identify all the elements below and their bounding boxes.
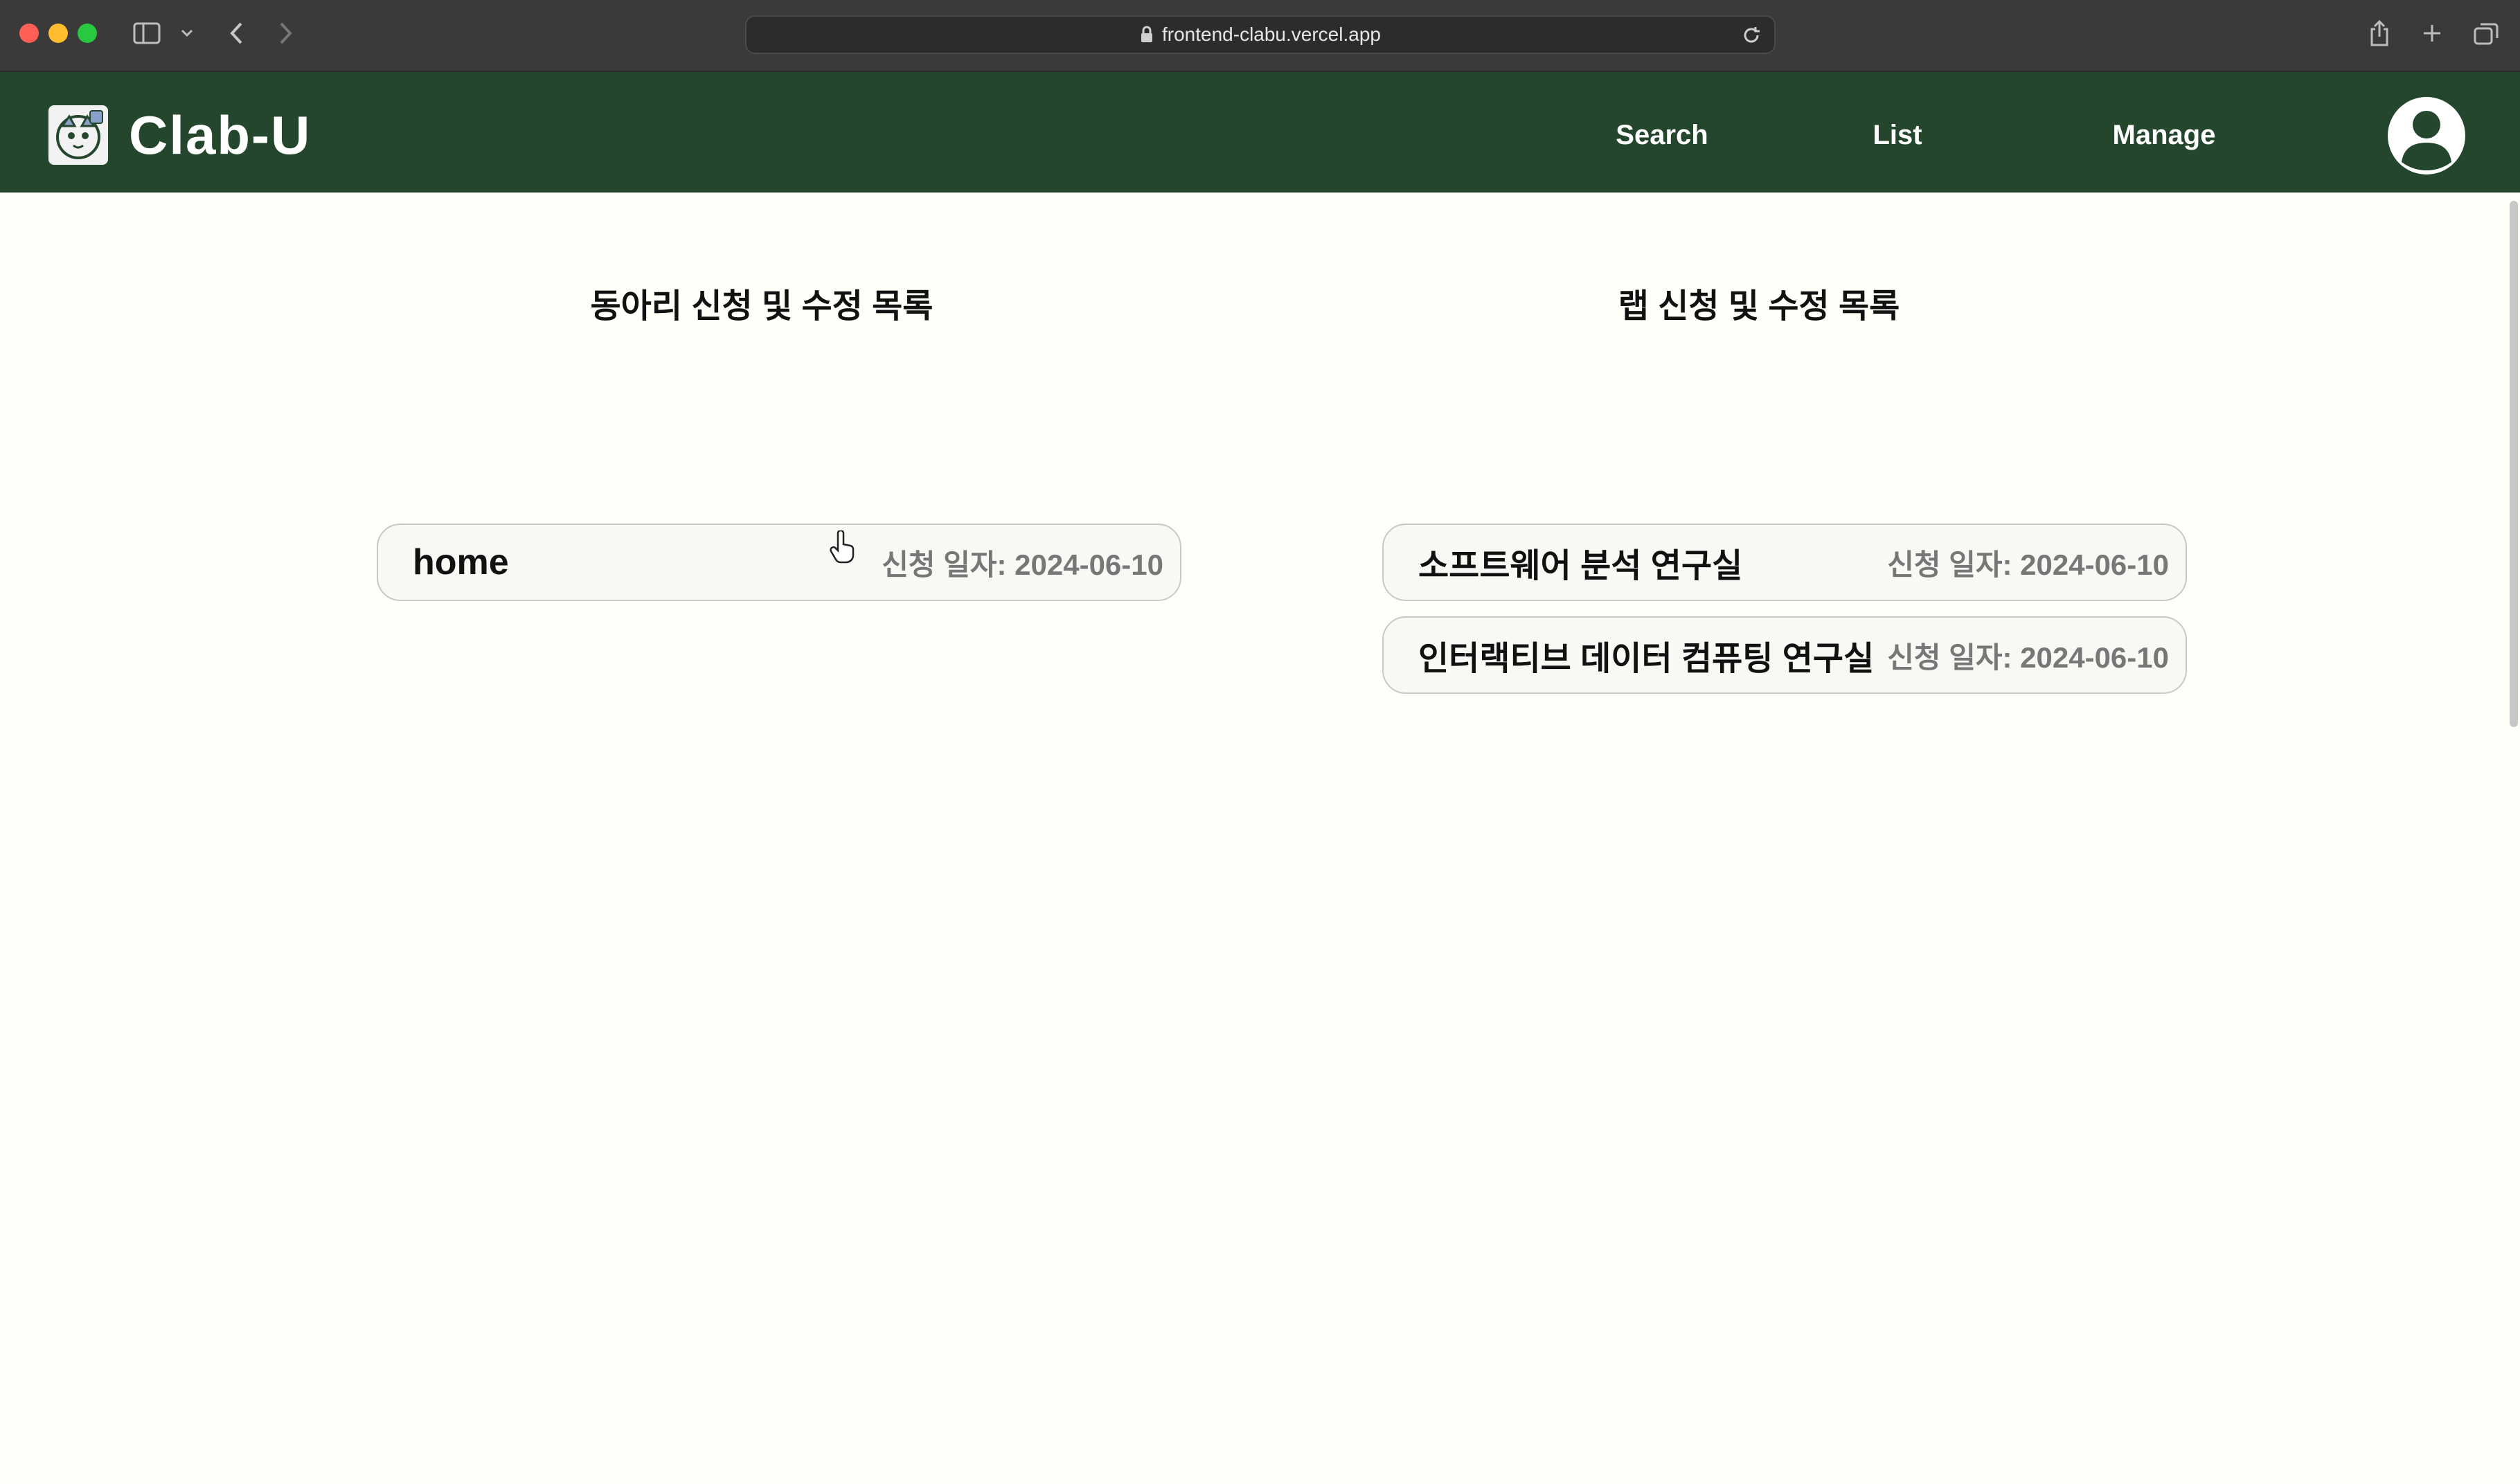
club-list-item[interactable]: home 신청 일자: 2024-06-10 — [377, 524, 1181, 601]
chevron-down-icon[interactable] — [177, 19, 197, 47]
item-date: 신청 일자: 2024-06-10 — [1887, 548, 2169, 581]
lab-list-item[interactable]: 인터랙티브 데이터 컴퓨팅 연구실 신청 일자: 2024-06-10 — [1382, 616, 2187, 694]
logo-icon[interactable] — [48, 105, 108, 165]
share-icon[interactable] — [2366, 19, 2393, 47]
nav-search[interactable]: Search — [1600, 116, 1724, 154]
forward-arrow-icon[interactable] — [271, 19, 299, 47]
nav-manage[interactable]: Manage — [2091, 116, 2237, 154]
user-avatar-icon[interactable] — [2386, 96, 2467, 176]
scrollbar-thumb[interactable] — [2510, 201, 2518, 727]
brand-name[interactable]: Clab-U — [129, 104, 311, 166]
club-section-title: 동아리 신청 및 수정 목록 — [590, 288, 933, 325]
app-header: Clab-U Search List Manage — [0, 72, 2520, 193]
window-minimize-button[interactable] — [48, 24, 68, 43]
plus-icon[interactable] — [2418, 19, 2446, 47]
item-name: home — [413, 542, 509, 582]
window-close-button[interactable] — [19, 24, 39, 43]
back-arrow-icon[interactable] — [223, 19, 251, 47]
window-maximize-button[interactable] — [78, 24, 97, 43]
sidebar-icon[interactable] — [132, 19, 162, 47]
lock-icon — [1140, 26, 1154, 44]
hand-cursor-icon — [828, 529, 856, 564]
reload-icon[interactable] — [1741, 25, 1762, 51]
lab-section-title: 랩 신청 및 수정 목록 — [1618, 288, 1900, 325]
address-bar[interactable]: frontend-clabu.vercel.app — [745, 15, 1776, 54]
browser-toolbar: frontend-clabu.vercel.app — [0, 0, 2520, 72]
address-url: frontend-clabu.vercel.app — [1162, 24, 1381, 45]
item-name: 소프트웨어 분석 연구실 — [1418, 548, 1743, 584]
tabs-icon[interactable] — [2471, 19, 2501, 47]
item-date: 신청 일자: 2024-06-10 — [1887, 641, 2169, 674]
item-date: 신청 일자: 2024-06-10 — [882, 548, 1163, 581]
lab-list-item[interactable]: 소프트웨어 분석 연구실 신청 일자: 2024-06-10 — [1382, 524, 2187, 601]
nav-list[interactable]: List — [1842, 116, 1953, 154]
item-name: 인터랙티브 데이터 컴퓨팅 연구실 — [1418, 641, 1875, 677]
